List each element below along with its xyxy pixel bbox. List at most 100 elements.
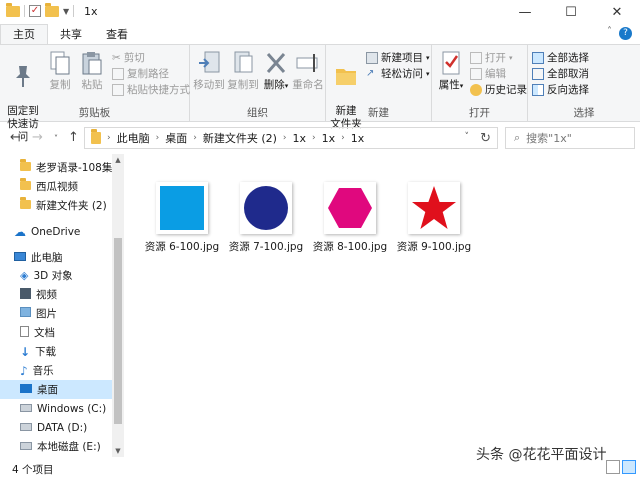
nav-item-label: Windows (C:) [37, 402, 107, 415]
file-thumbnail [324, 182, 376, 234]
nav-item[interactable]: DATA (D:) [0, 418, 112, 437]
new-item-icon [366, 51, 378, 64]
copy-path-button[interactable]: 复制路径 [112, 66, 169, 81]
customize-dropdown-icon[interactable]: ▼ [63, 7, 69, 16]
recent-locations-icon[interactable]: ˅ [54, 134, 58, 143]
tab-home[interactable]: 主页 [0, 24, 48, 44]
cut-button[interactable]: ✂ 剪切 [112, 50, 145, 65]
nav-item-label: 下载 [35, 346, 57, 358]
new-group: 新建 文件夹 新建项目 ▾ ↗ 轻松访问 ▾ 新建 [326, 45, 432, 130]
refresh-icon[interactable]: ↻ [480, 131, 491, 146]
cloud-icon: ☁ [14, 224, 26, 239]
paste-button[interactable]: 粘贴 [78, 49, 106, 92]
easy-access-button[interactable]: ↗ 轻松访问 ▾ [366, 66, 430, 81]
move-to-button[interactable]: 移动到 [192, 49, 226, 92]
nav-item[interactable]: 文档 [0, 323, 112, 342]
file-item[interactable]: 资源 7-100.jpg [226, 182, 306, 254]
copy-to-button[interactable]: 复制到 [226, 49, 260, 92]
select-all-button[interactable]: 全部选择 [532, 50, 589, 65]
help-icon[interactable]: ? [619, 27, 632, 40]
properties-button[interactable]: 属性▾ [436, 49, 466, 93]
edit-icon [470, 67, 482, 80]
select-none-button[interactable]: 全部取消 [532, 66, 589, 81]
large-icons-view-icon[interactable] [622, 460, 636, 474]
file-item[interactable]: 资源 9-100.jpg [394, 182, 474, 254]
ribbon-tabs: 文件 主页 共享 查看 ˄ ? [0, 24, 640, 71]
drive-icon [20, 441, 32, 453]
breadcrumb-this-pc[interactable]: 此电脑 [117, 130, 150, 146]
nav-item[interactable]: 图片 [0, 304, 112, 323]
nav-item[interactable]: 本地磁盘 (E:) [0, 437, 112, 456]
breadcrumb-1x[interactable]: 1x [293, 132, 307, 145]
picture-icon [20, 307, 31, 320]
address-bar[interactable]: › 此电脑 › 桌面 › 新建文件夹 (2) › 1x › 1x › 1x ˅ … [84, 127, 498, 149]
nav-item[interactable]: ↓ 下载 [0, 342, 112, 361]
search-icon: ⌕ [514, 131, 521, 144]
nav-item[interactable]: ◈ 3D 对象 [0, 266, 112, 285]
open-button[interactable]: 打开 ▾ [470, 50, 513, 65]
nav-item[interactable]: 此电脑 [0, 248, 112, 267]
tab-share[interactable]: 共享 [48, 25, 94, 44]
nav-item[interactable]: 西瓜视频 [0, 177, 112, 196]
minimize-button[interactable]: — [502, 0, 548, 24]
breadcrumb-desktop[interactable]: 桌面 [165, 130, 187, 146]
nav-scrollbar[interactable]: ▲ ▼ [112, 154, 124, 457]
up-arrow-icon[interactable]: ↑ [68, 130, 79, 145]
nav-item[interactable]: Windows (C:) [0, 399, 112, 418]
new-folder-icon [332, 62, 360, 90]
new-folder-icon[interactable] [45, 2, 59, 17]
back-arrow-icon[interactable]: ← [10, 130, 21, 145]
clipboard-group: 固定到 快速访问 复制 粘贴 ✂ 剪切 复制路径 粘贴快捷方式 剪贴板 [0, 45, 190, 143]
nav-item[interactable]: ☁ OneDrive [0, 222, 112, 241]
nav-item-label: 老罗语录-108集 [36, 162, 112, 174]
computer-icon [14, 251, 26, 264]
nav-item[interactable]: 老罗语录-108集 [0, 158, 112, 177]
nav-item[interactable]: 新建文件夹 (2) [0, 196, 112, 215]
history-button[interactable]: 历史记录 [470, 82, 527, 97]
copy-icon [46, 49, 74, 77]
nav-item-label: 图片 [36, 308, 57, 320]
file-item[interactable]: 资源 8-100.jpg [310, 182, 390, 254]
new-item-button[interactable]: 新建项目 ▾ [366, 50, 430, 65]
download-icon: ↓ [20, 344, 31, 359]
rename-button[interactable]: 重命名 [292, 49, 324, 92]
folder-icon [6, 2, 20, 17]
scroll-up-icon[interactable]: ▲ [112, 156, 124, 164]
file-thumbnail [240, 182, 292, 234]
nav-item[interactable]: 视频 [0, 285, 112, 304]
details-view-icon[interactable] [606, 460, 620, 474]
file-item[interactable]: 资源 6-100.jpg [142, 182, 222, 254]
chevron-up-icon[interactable]: ˄ [607, 26, 612, 37]
invert-selection-button[interactable]: 反向选择 [532, 82, 589, 97]
edit-button[interactable]: 编辑 [470, 66, 506, 81]
search-input[interactable]: ⌕ 搜索"1x" [505, 127, 635, 149]
folder-icon [20, 196, 31, 212]
maximize-button[interactable]: ☐ [548, 0, 594, 24]
nav-item[interactable]: ♪ 音乐 [0, 361, 112, 380]
copy-button[interactable]: 复制 [46, 49, 74, 92]
search-placeholder: 搜索"1x" [526, 132, 572, 145]
paste-shortcut-button[interactable]: 粘贴快捷方式 [112, 82, 190, 97]
nav-item-label: OneDrive [31, 225, 81, 238]
rename-icon [294, 49, 322, 77]
properties-icon[interactable]: ✓ [29, 5, 41, 17]
address-dropdown-icon[interactable]: ˅ [465, 132, 470, 142]
nav-item-label: 西瓜视频 [36, 181, 78, 193]
forward-arrow-icon[interactable]: → [32, 130, 43, 145]
nav-item[interactable]: 桌面 [0, 380, 112, 399]
ribbon: 固定到 快速访问 复制 粘贴 ✂剪切 复制路径 粘贴快捷方式 剪贴板 移动到 [0, 44, 640, 143]
close-button[interactable]: ✕ [594, 0, 640, 24]
breadcrumb-new-folder[interactable]: 新建文件夹 (2) [203, 130, 277, 146]
delete-button[interactable]: 删除▾ [262, 49, 290, 93]
music-icon: ♪ [20, 363, 28, 378]
folder-icon [20, 158, 31, 174]
scroll-down-icon[interactable]: ▼ [112, 447, 124, 455]
file-name: 资源 6-100.jpg [144, 241, 220, 253]
file-name: 资源 9-100.jpg [396, 241, 472, 253]
view-buttons [606, 460, 636, 474]
scroll-thumb[interactable] [114, 238, 122, 424]
breadcrumb-1x[interactable]: 1x [322, 132, 336, 145]
nav-item-label: 音乐 [32, 365, 54, 377]
breadcrumb-1x[interactable]: 1x [351, 132, 365, 145]
tab-view[interactable]: 查看 [94, 25, 140, 44]
